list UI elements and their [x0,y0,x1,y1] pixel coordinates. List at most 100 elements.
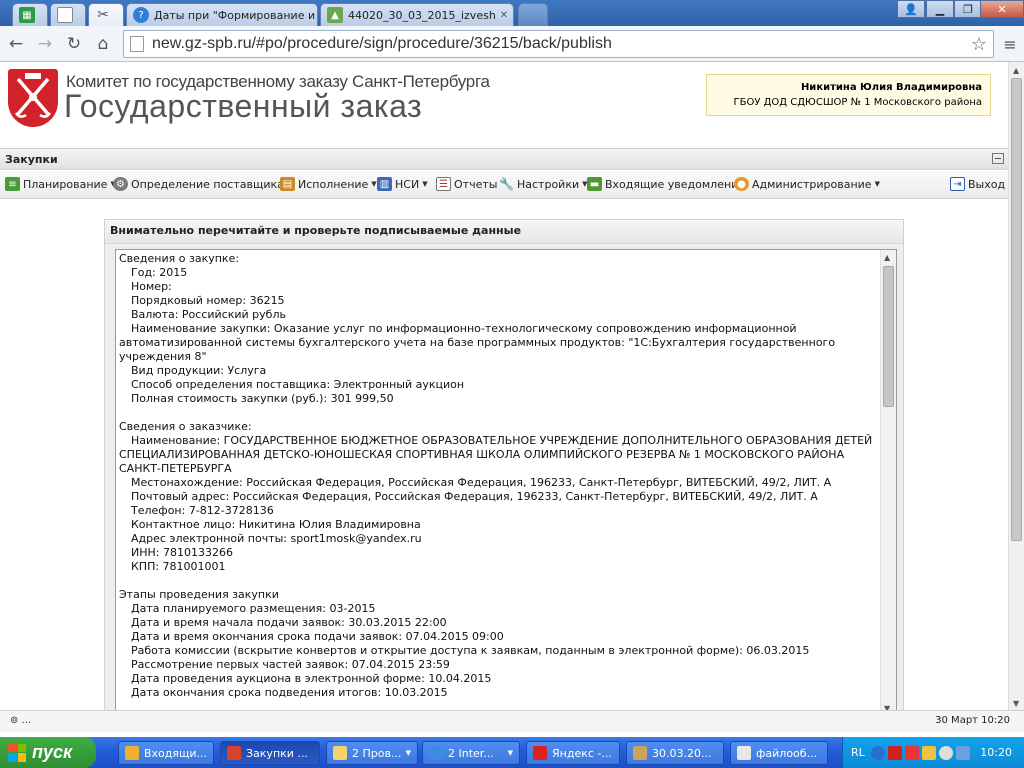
status-datetime: 30 Март 10:20 [935,715,1010,726]
pdf-tray-icon[interactable] [887,745,902,760]
taskbar-item-label: Закупки ... [246,746,308,760]
taskbar-app-icon [227,746,241,760]
execution-icon: ▤ [280,177,295,191]
windows-logo-icon [8,743,26,762]
system-tray: RL 10:20 [842,737,1024,768]
data-field-line: Вид продукции: Услуга [131,364,267,377]
crossed-anchors-icon [14,73,52,118]
tab-help[interactable]: ? Даты при "Формирование и ✕ [126,3,318,26]
taskbar-item-label: 2 Пров... [352,746,402,760]
back-arrow-icon[interactable]: ← [4,32,28,56]
collapse-panel-icon[interactable] [992,153,1004,164]
taskbar-item[interactable]: 30.03.20... [626,741,724,765]
shield-tray-icon[interactable] [904,745,919,760]
tab-blank[interactable] [50,3,86,26]
tab-tools[interactable]: ✂ [88,3,124,26]
data-field-line: Работа комиссии (вскрытие конвертов и от… [131,644,810,657]
taskbar-app-icon [333,746,347,760]
taskbar-app-icon [125,746,139,760]
menu-label: Входящие уведомления [605,177,745,191]
tab-label: Даты при "Формирование и [154,8,316,22]
taskbar-app-icon [633,746,647,760]
menu-administration[interactable]: ● Администрирование ▼ [734,177,880,191]
report-icon: ☰ [436,177,451,191]
page-icon [130,36,144,52]
textarea-scrollbar[interactable]: ▲ ▼ [880,250,896,711]
signed-data-textarea[interactable]: Сведения о закупке: Год: 2015 Номер: Порядк… [115,249,897,712]
bookmark-star-icon[interactable]: ☆ [971,34,987,55]
user-info-box: Никитина Юлия Владимировна ГБОУ ДОД СДЮС… [706,74,991,116]
panel-title: Закупки [5,153,58,166]
data-field-line: Рассмотрение первых частей заявок: 07.04… [131,658,450,671]
scroll-up-arrow-icon[interactable]: ▲ [884,253,890,262]
data-field-line: Дата окончания срока подведения итогов: … [131,686,448,699]
taskbar-app-icon [533,746,547,760]
data-field-line: Наименование: ГОСУДАРСТВЕННОЕ БЮДЖЕТНОЕ … [119,434,873,475]
taskbar-item[interactable]: Яндекс -... [526,741,620,765]
window-close-button[interactable]: ✕ [980,0,1024,18]
scrollbar-thumb[interactable] [883,266,894,407]
taskbar-item[interactable]: Закупки ... [220,741,320,765]
group-dropdown-icon: ▼ [405,749,411,757]
tab-spreadsheet[interactable]: ▦ [12,3,48,26]
dropdown-arrow-icon: ▼ [422,180,428,188]
user-name: Никитина Юлия Владимировна [800,82,982,93]
browser-tab-strip: ▦ ✂ ? Даты при "Формирование и ✕ ▲ 44020… [0,0,1024,26]
tab-close-icon[interactable]: ✕ [496,10,508,21]
menu-label: НСИ [395,177,420,191]
menu-reports[interactable]: ☰ Отчеты [436,177,497,191]
new-tab-button[interactable] [518,3,548,26]
exit-door-icon: ⇥ [950,177,965,191]
restore-button[interactable]: ❐ [954,0,982,18]
scroll-down-arrow-icon[interactable]: ▼ [1013,699,1019,708]
menu-label: Отчеты [454,177,498,191]
menu-supplier-selection[interactable]: ⚙ Определение поставщика▼ [113,177,292,191]
network-tray-icon[interactable] [955,745,970,760]
logout-button[interactable]: ⇥ Выход [950,177,1005,191]
scroll-up-arrow-icon[interactable]: ▲ [1013,66,1019,75]
home-icon[interactable]: ⌂ [91,32,115,56]
tray-arrow-icon[interactable] [870,745,885,760]
taskbar-app-icon [429,746,443,760]
user-profile-icon[interactable]: 👤 [897,0,925,18]
menu-settings[interactable]: 🔧 Настройки ▼ [499,177,588,191]
data-field-line: Наименование закупки: Оказание услуг по … [119,322,836,363]
gears-icon: ⚙ [113,177,128,191]
taskbar-item[interactable]: 2 Inter... ▼ [422,741,520,765]
tab-close-icon[interactable]: ✕ [315,10,317,21]
taskbar-item-label: 2 Inter... [448,746,494,760]
user-admin-icon: ● [734,177,749,191]
language-indicator[interactable]: RL [851,746,865,759]
menu-icon[interactable]: ≡ [998,32,1022,56]
taskbar-item[interactable]: 2 Пров... ▼ [326,741,418,765]
data-field-line: Адрес электронной почты: sport1mosk@yand… [131,532,422,545]
menu-planning[interactable]: ≡ Планирование▼ [5,177,116,191]
data-field-line: Дата планируемого размещения: 03-2015 [131,602,376,615]
menu-reference[interactable]: ▥ НСИ ▼ [377,177,428,191]
menu-execution[interactable]: ▤ Исполнение ▼ [280,177,377,191]
inbox-icon: ▬ [587,177,602,191]
forward-arrow-icon[interactable]: → [33,32,57,56]
taskbar-item-label: 30.03.20... [652,746,712,760]
site-header: Комитет по государственному заказу Санкт… [0,62,1008,146]
section-heading: Этапы проведения закупки [119,588,279,601]
taskbar-item[interactable]: файлооб... [730,741,828,765]
planning-icon: ≡ [5,177,20,191]
scrollbar-thumb[interactable] [1011,78,1022,541]
address-bar[interactable]: new.gz-spb.ru/#po/procedure/sign/procedu… [123,30,994,58]
taskbar-item[interactable]: Входящи... [118,741,214,765]
windows-taskbar: пуск Входящи... Закупки ... 2 Пров... ▼ 2 In… [0,737,1024,768]
menu-incoming-notifications[interactable]: ▬ Входящие уведомления [587,177,745,191]
mail-tray-icon[interactable] [921,745,936,760]
reload-icon[interactable]: ↻ [62,32,86,56]
start-button[interactable]: пуск [0,737,96,768]
globe-tray-icon[interactable] [938,745,953,760]
dropdown-arrow-icon: ▼ [371,180,377,188]
data-field-line: Дата и время начала подачи заявок: 30.03… [131,616,447,629]
page-scrollbar[interactable]: ▲ ▼ [1008,62,1024,710]
minimize-button[interactable]: ▁ [926,0,954,18]
dropdown-arrow-icon: ▼ [874,180,880,188]
tab-image[interactable]: ▲ 44020_30_03_2015_izvesh ✕ [320,3,514,26]
